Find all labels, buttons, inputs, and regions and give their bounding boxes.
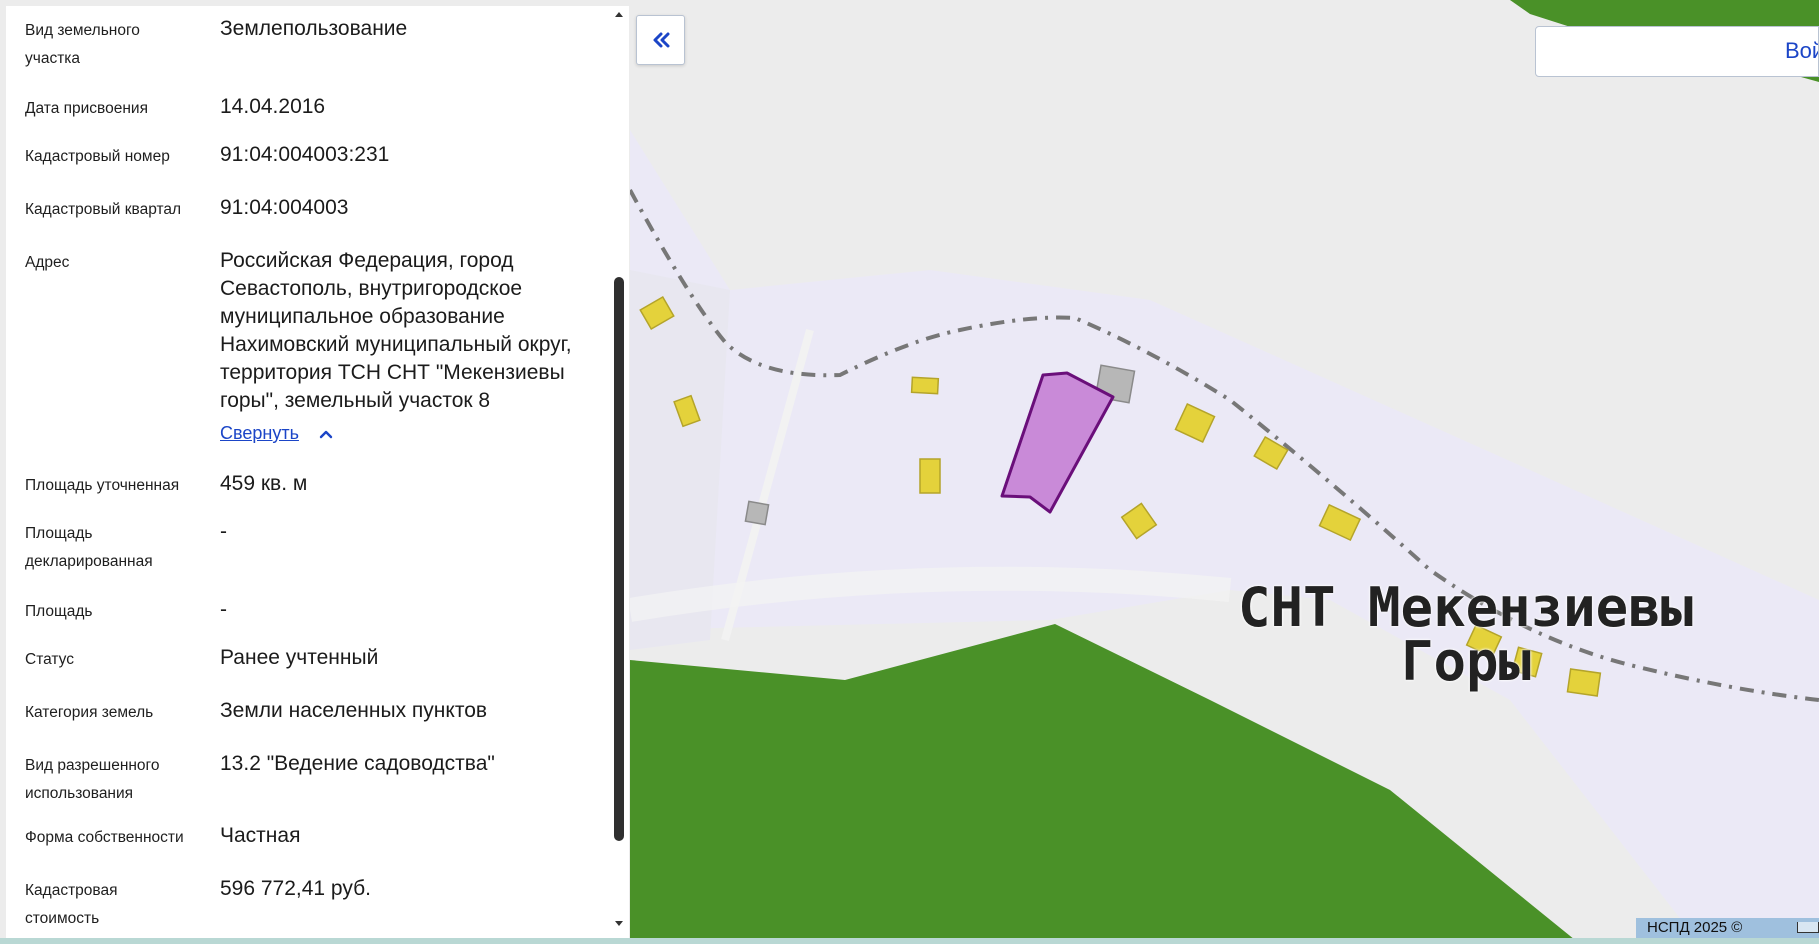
attribute-value: 459 кв. м: [220, 472, 308, 495]
attribute-value: Российская Федерация, город Севастополь,…: [220, 249, 572, 412]
attribute-value: Ранее учтенный: [220, 646, 379, 669]
map-place-label-line2: Горы: [1401, 630, 1532, 693]
attribute-value: 596 772,41 руб.: [220, 877, 371, 900]
chevron-up-icon[interactable]: [318, 426, 334, 442]
attribute-value: Землепользование: [220, 17, 408, 40]
map-place-label-line1: СНТ Мекензиевы: [1238, 576, 1694, 639]
collapse-address-link[interactable]: Свернуть: [220, 420, 299, 446]
attribute-label: Вид земельного участка: [25, 22, 140, 67]
map-canvas[interactable]: [630, 0, 1819, 944]
attribute-label: Площадь уточненная: [25, 477, 180, 494]
attribute-value: 13.2 "Ведение садоводства": [220, 752, 495, 775]
attribute-label: Кадастровая стоимость: [25, 882, 118, 927]
attribute-label: Вид разрешенного использования: [25, 757, 160, 802]
attribute-value: 91:04:004003:231: [220, 143, 390, 166]
login-button[interactable]: Вой: [1535, 26, 1819, 77]
scrollbar-thumb[interactable]: [614, 277, 624, 841]
attribute-value: Земли населенных пунктов: [220, 699, 488, 722]
bottom-status-strip: [0, 938, 1819, 944]
attribute-label: Площадь: [25, 603, 93, 620]
triangle-down-icon[interactable]: [609, 914, 629, 932]
login-button-label: Вой: [1785, 38, 1818, 63]
parcel-attributes-list: Вид земельного участка Землепользование …: [6, 6, 606, 938]
map-attribution: НСПД 2025 ©: [1636, 918, 1819, 938]
parcel-info-panel: Вид земельного участка Землепользование …: [6, 6, 629, 938]
attribute-label: Кадастровый номер: [25, 148, 170, 165]
expand-panel-button[interactable]: [636, 15, 685, 65]
double-chevron-left-icon: [653, 32, 669, 48]
attribute-value: Частная: [220, 824, 301, 847]
attribute-value: -: [220, 520, 227, 543]
attribute-label: Площадь декларированная: [25, 525, 153, 570]
map-view[interactable]: СНТ Мекензиевы Горы: [630, 0, 1819, 944]
attribute-value: 91:04:004003: [220, 196, 349, 219]
attribute-row-parcel-type: Вид земельного участка Землепользование: [6, 17, 606, 75]
attribute-label: Дата присвоения: [25, 100, 148, 117]
attribute-label: Категория земель: [25, 704, 154, 721]
attribute-label: Форма собственности: [25, 829, 184, 846]
map-scale-bar: [1797, 922, 1819, 933]
triangle-up-icon[interactable]: [609, 6, 629, 24]
attribute-value: -: [220, 598, 227, 621]
attribute-value: 14.04.2016: [220, 95, 326, 118]
attribute-label: Статус: [25, 651, 74, 668]
attribute-label: Кадастровый квартал: [25, 201, 182, 218]
attribute-label: Адрес: [25, 254, 70, 271]
